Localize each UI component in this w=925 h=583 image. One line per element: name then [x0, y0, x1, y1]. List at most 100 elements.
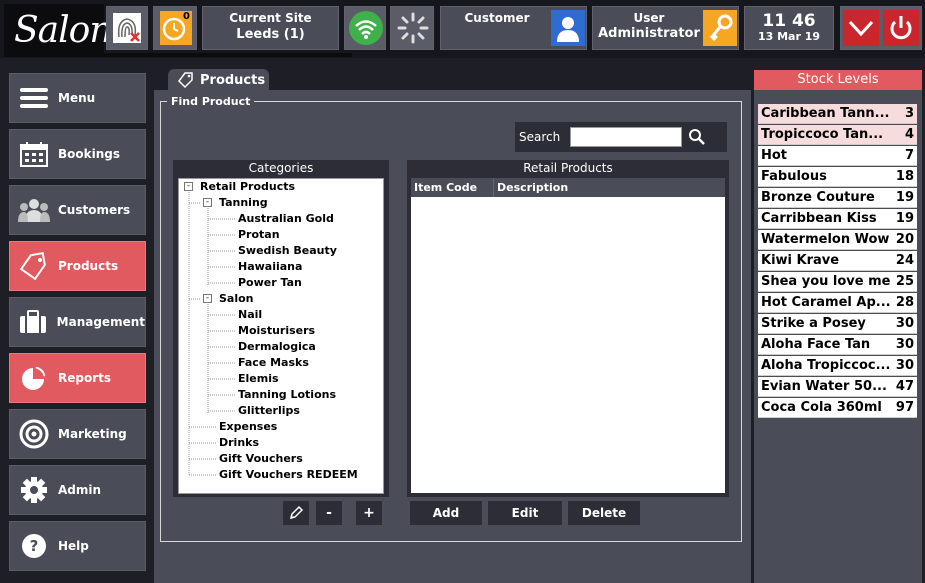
tree-item-elemis[interactable]: Elemis [238, 372, 279, 385]
tree-item-hawaiiana[interactable]: Hawaiiana [238, 260, 302, 273]
tree-item-gift-vouchers-redeem[interactable]: Gift Vouchers REDEEM [219, 468, 358, 481]
stock-row[interactable]: Hot 7 [758, 146, 917, 166]
remove-category-button[interactable]: - [316, 501, 342, 525]
edit-button[interactable]: Edit [488, 501, 562, 525]
clock-date: 13 Mar 19 [757, 30, 821, 43]
stock-row[interactable]: Carribbean Kiss 19 [758, 209, 917, 229]
tree-item-drinks[interactable]: Drinks [219, 436, 259, 449]
stock-item-name: Watermelon Wow [761, 232, 890, 247]
tree-item-australian-gold[interactable]: Australian Gold [238, 212, 334, 225]
tree-expander[interactable]: - [203, 294, 212, 303]
sidebar-item-menu[interactable]: Menu [9, 73, 146, 123]
tree-item-expenses[interactable]: Expenses [219, 420, 277, 433]
products-grid[interactable]: Item Code Description [411, 178, 725, 493]
stock-row[interactable]: Aloha Face Tan 30 [758, 335, 917, 355]
logo-text: Salon [14, 10, 112, 51]
retail-products-title: Retail Products [523, 161, 613, 175]
stock-row[interactable]: Fabulous 18 [758, 167, 917, 187]
hamburger-icon [10, 73, 58, 123]
stock-row[interactable]: Kiwi Krave 24 [758, 251, 917, 271]
stock-item-qty: 19 [895, 211, 914, 226]
minimize-button[interactable] [843, 10, 879, 46]
stock-row[interactable]: Tropiccoco Tan... 4 [758, 125, 917, 145]
clock: 11 46 13 Mar 19 [744, 6, 834, 50]
user-button[interactable]: User Administrator [592, 6, 739, 50]
wifi-button[interactable] [344, 6, 386, 50]
grid-header: Item Code Description [411, 178, 725, 197]
column-header-item-code[interactable]: Item Code [411, 178, 494, 197]
stock-row[interactable]: Aloha Tropiccoc... 30 [758, 356, 917, 376]
current-site-button[interactable]: Current Site Leeds (1) [202, 6, 339, 50]
search-button[interactable] [682, 122, 712, 152]
stock-row[interactable]: Strike a Posey 30 [758, 314, 917, 334]
sidebar-item-customers[interactable]: Customers [9, 185, 146, 235]
add-button[interactable]: Add [410, 501, 482, 525]
stock-row[interactable]: Hot Caramel Ap... 28 [758, 293, 917, 313]
tree-item-face-masks[interactable]: Face Masks [238, 356, 309, 369]
clock-alert-icon [160, 11, 192, 45]
stock-item-qty: 18 [895, 169, 914, 184]
user-value: Administrator [598, 26, 700, 41]
category-tree[interactable]: - Retail Products - Tanning Australian G… [178, 178, 384, 494]
sidebar-item-label: Bookings [58, 147, 121, 161]
delete-button[interactable]: Delete [568, 501, 640, 525]
logo-underline [4, 53, 352, 57]
stock-item-name: Hot Caramel Ap... [761, 295, 891, 310]
tree-item-power-tan[interactable]: Power Tan [238, 276, 302, 289]
sidebar-item-help[interactable]: ? Help [9, 521, 146, 571]
tree-item-retail-products[interactable]: Retail Products [200, 180, 295, 193]
window-controls [840, 6, 922, 50]
sidebar-item-reports[interactable]: Reports [9, 353, 146, 403]
stock-item-qty: 30 [895, 358, 914, 373]
tree-expander[interactable]: - [203, 198, 212, 207]
sidebar-item-label: Help [58, 539, 89, 553]
tab-products[interactable]: Products [168, 69, 269, 91]
tree-item-tanning[interactable]: Tanning [219, 196, 268, 209]
tree-item-glitterlips[interactable]: Glitterlips [238, 404, 300, 417]
stock-row[interactable]: Bronze Couture 19 [758, 188, 917, 208]
alarm-button[interactable]: 0 [153, 6, 197, 50]
stock-item-qty: 28 [895, 295, 914, 310]
pie-chart-icon [10, 353, 58, 403]
tree-item-moisturisers[interactable]: Moisturisers [238, 324, 315, 337]
customer-label: Customer [464, 11, 530, 25]
sidebar-item-marketing[interactable]: Marketing [9, 409, 146, 459]
fingerprint-button[interactable] [106, 6, 148, 50]
sidebar-item-bookings[interactable]: Bookings [9, 129, 146, 179]
sidebar-item-products[interactable]: Products [9, 241, 146, 291]
stock-item-name: Strike a Posey [761, 316, 866, 331]
stock-item-qty: 30 [895, 337, 914, 352]
stock-row[interactable]: Shea you love me 25 [758, 272, 917, 292]
tree-item-salon[interactable]: Salon [219, 292, 254, 305]
column-header-description[interactable]: Description [494, 178, 725, 197]
power-button[interactable] [883, 10, 919, 46]
stock-row[interactable]: Watermelon Wow 20 [758, 230, 917, 250]
find-product-title: Find Product [167, 95, 255, 108]
power-icon [890, 16, 912, 40]
stock-item-qty: 19 [895, 190, 914, 205]
retail-products-panel: Retail Products Item Code Description [407, 160, 729, 497]
tree-item-swedish-beauty[interactable]: Swedish Beauty [238, 244, 337, 257]
add-category-button[interactable]: + [356, 501, 382, 525]
tree-item-nail[interactable]: Nail [238, 308, 262, 321]
sync-button[interactable] [390, 6, 434, 50]
tree-item-protan[interactable]: Protan [238, 228, 280, 241]
pencil-icon [289, 505, 304, 520]
sidebar-item-admin[interactable]: Admin [9, 465, 146, 515]
stock-row[interactable]: Caribbean Tann... 3 [758, 104, 917, 124]
customer-button[interactable]: Customer [440, 6, 587, 50]
stock-item-qty: 30 [895, 316, 914, 331]
tree-item-dermalogica[interactable]: Dermalogica [238, 340, 316, 353]
edit-category-button[interactable] [283, 501, 309, 525]
search-input[interactable] [570, 127, 683, 147]
stock-row[interactable]: Evian Water 50... 47 [758, 377, 917, 397]
stock-levels-title: Stock Levels [754, 70, 922, 90]
stock-item-qty: 97 [895, 400, 914, 415]
sidebar-item-management[interactable]: Management [9, 297, 146, 347]
fingerprint-icon [113, 13, 141, 43]
tree-lines [188, 192, 235, 476]
stock-row[interactable]: Coca Cola 360ml 97 [758, 398, 917, 418]
tree-item-gift-vouchers[interactable]: Gift Vouchers [219, 452, 303, 465]
tree-item-tanning-lotions[interactable]: Tanning Lotions [238, 388, 336, 401]
tree-expander[interactable]: - [184, 182, 193, 191]
